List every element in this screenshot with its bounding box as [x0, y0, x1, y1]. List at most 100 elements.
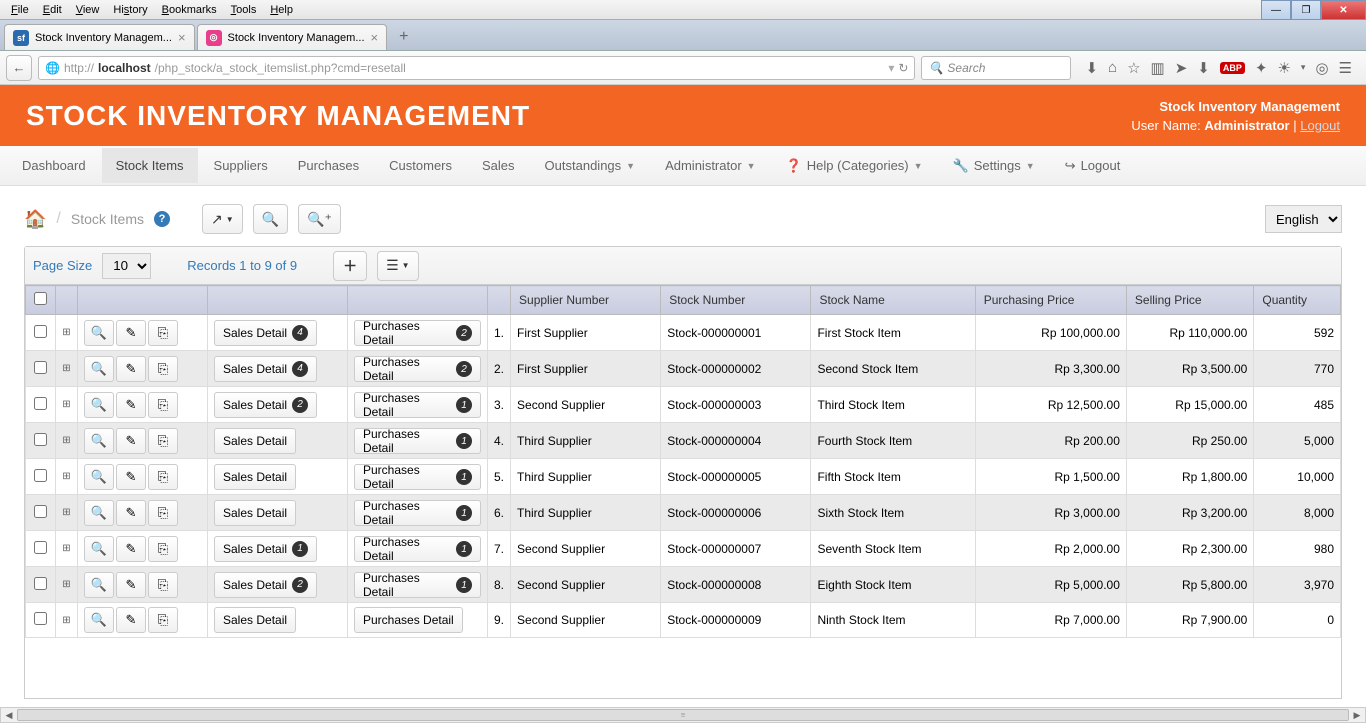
menu-history[interactable]: History [106, 2, 154, 18]
row-checkbox[interactable] [34, 612, 47, 625]
horizontal-scrollbar[interactable]: ◀ ≡ ▶ [0, 707, 1366, 723]
copy-button[interactable]: ⎘ [148, 536, 178, 562]
col-supplier[interactable]: Supplier Number [511, 286, 661, 315]
purchases-detail-button[interactable]: Purchases Detail2 [354, 320, 481, 346]
scroll-right-icon[interactable]: ▶ [1349, 708, 1365, 722]
add-record-button[interactable]: ＋ [333, 251, 367, 281]
copy-button[interactable]: ⎘ [148, 320, 178, 346]
window-minimize[interactable]: — [1261, 0, 1291, 20]
nav-outstandings[interactable]: Outstandings▼ [531, 148, 650, 183]
weather-icon[interactable]: ☀ [1277, 59, 1290, 77]
save-icon[interactable]: ⬇ [1197, 59, 1210, 77]
nav-settings[interactable]: 🔧Settings▼ [939, 148, 1049, 184]
menu-help[interactable]: Help [263, 2, 300, 18]
bookmark-icon[interactable]: ☆ [1127, 59, 1140, 77]
copy-button[interactable]: ⎘ [148, 607, 178, 633]
browser-tab-2[interactable]: ◎ Stock Inventory Managem... × [197, 24, 388, 50]
nav-logout[interactable]: ↪Logout [1051, 148, 1135, 184]
window-maximize[interactable]: ❐ [1291, 0, 1321, 20]
purchases-detail-button[interactable]: Purchases Detail1 [354, 572, 481, 598]
view-button[interactable]: 🔍 [84, 536, 114, 562]
purchases-detail-button[interactable]: Purchases Detail1 [354, 428, 481, 454]
scroll-thumb[interactable]: ≡ [17, 709, 1349, 721]
reload-icon[interactable]: ↻ [898, 61, 908, 75]
tab-close-icon[interactable]: × [371, 30, 379, 45]
nav-dashboard[interactable]: Dashboard [8, 148, 100, 183]
sales-detail-button[interactable]: Sales Detail4 [214, 320, 317, 346]
copy-button[interactable]: ⎘ [148, 572, 178, 598]
scroll-left-icon[interactable]: ◀ [1, 708, 17, 722]
nav-administrator[interactable]: Administrator▼ [651, 148, 770, 183]
expand-icon[interactable]: ⊞ [62, 435, 70, 446]
edit-button[interactable]: ✎ [116, 392, 146, 418]
row-checkbox[interactable] [34, 325, 47, 338]
sales-detail-button[interactable]: Sales Detail4 [214, 356, 317, 382]
purchases-detail-button[interactable]: Purchases Detail1 [354, 392, 481, 418]
expand-icon[interactable]: ⊞ [62, 471, 70, 482]
new-tab-button[interactable]: + [389, 24, 418, 50]
edit-button[interactable]: ✎ [116, 464, 146, 490]
hamburger-icon[interactable]: ☰ [1339, 59, 1352, 77]
row-checkbox[interactable] [34, 541, 47, 554]
col-selling-price[interactable]: Selling Price [1126, 286, 1253, 315]
view-button[interactable]: 🔍 [84, 320, 114, 346]
send-icon[interactable]: ➤ [1175, 59, 1188, 77]
select-all-checkbox[interactable] [34, 292, 47, 305]
purchases-detail-button[interactable]: Purchases Detail2 [354, 356, 481, 382]
menu-bookmarks[interactable]: Bookmarks [155, 2, 224, 18]
row-checkbox[interactable] [34, 469, 47, 482]
copy-button[interactable]: ⎘ [148, 500, 178, 526]
library-icon[interactable]: ▥ [1151, 59, 1165, 77]
sales-detail-button[interactable]: Sales Detail1 [214, 536, 317, 562]
row-checkbox[interactable] [34, 505, 47, 518]
abp-icon[interactable]: ABP [1220, 62, 1245, 74]
col-purchasing-price[interactable]: Purchasing Price [975, 286, 1126, 315]
view-button[interactable]: 🔍 [84, 356, 114, 382]
col-quantity[interactable]: Quantity [1254, 286, 1341, 315]
help-badge-icon[interactable]: ? [154, 211, 170, 227]
advanced-search-button[interactable]: 🔍⁺ [298, 204, 341, 234]
nav-help[interactable]: ❓Help (Categories)▼ [772, 148, 937, 184]
copy-button[interactable]: ⎘ [148, 428, 178, 454]
view-button[interactable]: 🔍 [84, 572, 114, 598]
view-button[interactable]: 🔍 [84, 500, 114, 526]
purchases-detail-button[interactable]: Purchases Detail [354, 607, 463, 633]
expand-icon[interactable]: ⊞ [62, 579, 70, 590]
menu-file[interactable]: File [4, 2, 36, 18]
copy-button[interactable]: ⎘ [148, 464, 178, 490]
menu-view[interactable]: View [69, 2, 107, 18]
language-select[interactable]: English [1265, 205, 1342, 233]
menu-edit[interactable]: Edit [36, 2, 69, 18]
edit-button[interactable]: ✎ [116, 572, 146, 598]
browser-tab-1[interactable]: sf Stock Inventory Managem... × [4, 24, 195, 50]
expand-icon[interactable]: ⊞ [62, 399, 70, 410]
caret-icon[interactable]: ▾ [1301, 62, 1306, 73]
edit-button[interactable]: ✎ [116, 320, 146, 346]
sales-detail-button[interactable]: Sales Detail [214, 500, 296, 526]
view-button[interactable]: 🔍 [84, 607, 114, 633]
expand-icon[interactable]: ⊞ [62, 327, 70, 338]
edit-button[interactable]: ✎ [116, 356, 146, 382]
purchases-detail-button[interactable]: Purchases Detail1 [354, 536, 481, 562]
row-checkbox[interactable] [34, 433, 47, 446]
home-icon[interactable]: ⌂ [1108, 59, 1117, 76]
export-button[interactable]: ↗▼ [202, 204, 243, 234]
tab-close-icon[interactable]: × [178, 30, 186, 45]
logout-link[interactable]: Logout [1300, 118, 1340, 133]
browser-search-input[interactable]: 🔍 Search [921, 56, 1071, 80]
row-checkbox[interactable] [34, 397, 47, 410]
expand-icon[interactable]: ⊞ [62, 363, 70, 374]
search-button[interactable]: 🔍 [253, 204, 288, 234]
expand-icon[interactable]: ⊞ [62, 615, 70, 626]
expand-icon[interactable]: ⊞ [62, 507, 70, 518]
nav-suppliers[interactable]: Suppliers [200, 148, 282, 183]
url-input[interactable]: 🌐 http://localhost/php_stock/a_stock_ite… [38, 56, 915, 80]
sales-detail-button[interactable]: Sales Detail [214, 607, 296, 633]
back-button[interactable]: ← [6, 55, 32, 81]
view-button[interactable]: 🔍 [84, 464, 114, 490]
edit-button[interactable]: ✎ [116, 607, 146, 633]
expand-icon[interactable]: ⊞ [62, 543, 70, 554]
view-button[interactable]: 🔍 [84, 392, 114, 418]
target-icon[interactable]: ◎ [1315, 59, 1328, 77]
page-size-select[interactable]: 10 [102, 253, 151, 279]
